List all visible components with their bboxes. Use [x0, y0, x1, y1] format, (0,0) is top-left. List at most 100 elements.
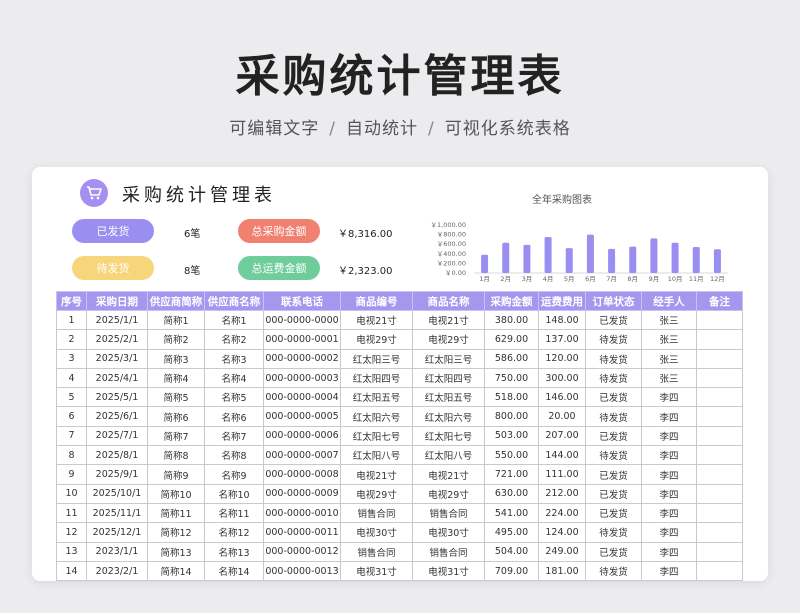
table-cell[interactable]: 已发货 [585, 541, 642, 562]
table-cell[interactable]: 1 [56, 309, 87, 331]
table-cell[interactable]: 300.00 [538, 367, 586, 389]
table-cell[interactable]: 简称5 [147, 387, 205, 408]
table-cell[interactable]: 000-0000-0000 [263, 309, 341, 331]
table-cell[interactable]: 名称5 [204, 387, 264, 408]
table-cell[interactable]: 红太阳三号 [340, 348, 413, 369]
table-cell[interactable] [696, 367, 743, 389]
table-cell[interactable]: 800.00 [484, 406, 539, 427]
table-cell[interactable]: 李四 [641, 387, 697, 408]
table-cell[interactable]: 586.00 [484, 348, 539, 369]
table-cell[interactable]: 李四 [641, 445, 697, 466]
table-cell[interactable]: 212.00 [538, 483, 586, 504]
table-cell[interactable]: 红太阳五号 [412, 387, 485, 408]
table-cell[interactable]: 000-0000-0010 [263, 502, 341, 524]
table-cell[interactable] [696, 502, 743, 524]
table-cell[interactable]: 简称14 [147, 560, 205, 581]
table-cell[interactable]: 张三 [641, 309, 697, 331]
table-cell[interactable]: 2025/11/1 [86, 502, 148, 524]
table-cell[interactable]: 2025/12/1 [86, 522, 148, 543]
table-cell[interactable]: 待发货 [585, 367, 642, 389]
table-cell[interactable]: 名称9 [204, 464, 264, 485]
table-cell[interactable]: 名称8 [204, 445, 264, 466]
table-cell[interactable]: 简称8 [147, 445, 205, 466]
table-cell[interactable]: 146.00 [538, 387, 586, 408]
table-cell[interactable]: 红太阳六号 [412, 406, 485, 427]
table-cell[interactable]: 11 [56, 502, 87, 524]
table-cell[interactable]: 504.00 [484, 541, 539, 562]
table-cell[interactable]: 7 [56, 425, 87, 447]
table-cell[interactable]: 4 [56, 367, 87, 389]
table-cell[interactable]: 待发货 [585, 406, 642, 427]
table-cell[interactable]: 12 [56, 522, 87, 543]
table-cell[interactable]: 张三 [641, 329, 697, 350]
table-cell[interactable]: 148.00 [538, 309, 586, 331]
table-cell[interactable]: 20.00 [538, 406, 586, 427]
table-cell[interactable]: 已发货 [585, 387, 642, 408]
table-cell[interactable]: 000-0000-0002 [263, 348, 341, 369]
table-cell[interactable]: 550.00 [484, 445, 539, 466]
table-cell[interactable]: 000-0000-0006 [263, 425, 341, 447]
table-cell[interactable]: 000-0000-0012 [263, 541, 341, 562]
table-cell[interactable]: 李四 [641, 522, 697, 543]
table-cell[interactable]: 名称7 [204, 425, 264, 447]
table-cell[interactable]: 名称11 [204, 502, 264, 524]
table-cell[interactable]: 待发货 [585, 329, 642, 350]
table-cell[interactable]: 张三 [641, 367, 697, 389]
table-cell[interactable]: 红太阳五号 [340, 387, 413, 408]
table-cell[interactable] [696, 425, 743, 447]
table-cell[interactable]: 简称2 [147, 329, 205, 350]
table-cell[interactable]: 000-0000-0011 [263, 522, 341, 543]
table-cell[interactable]: 简称3 [147, 348, 205, 369]
table-cell[interactable]: 13 [56, 541, 87, 562]
table-cell[interactable]: 张三 [641, 348, 697, 369]
table-cell[interactable]: 红太阳八号 [412, 445, 485, 466]
table-cell[interactable]: 简称1 [147, 309, 205, 331]
table-cell[interactable]: 李四 [641, 425, 697, 447]
table-cell[interactable] [696, 348, 743, 369]
table-cell[interactable]: 518.00 [484, 387, 539, 408]
table-cell[interactable]: 5 [56, 387, 87, 408]
table-cell[interactable]: 629.00 [484, 329, 539, 350]
table-cell[interactable] [696, 560, 743, 581]
table-cell[interactable]: 2025/4/1 [86, 367, 148, 389]
table-cell[interactable]: 2025/7/1 [86, 425, 148, 447]
table-cell[interactable]: 224.00 [538, 502, 586, 524]
table-cell[interactable]: 电视21寸 [340, 309, 413, 331]
table-cell[interactable]: 销售合同 [412, 502, 485, 524]
table-cell[interactable]: 简称10 [147, 483, 205, 504]
table-cell[interactable]: 已发货 [585, 483, 642, 504]
table-cell[interactable]: 红太阳八号 [340, 445, 413, 466]
table-cell[interactable] [696, 522, 743, 543]
table-cell[interactable]: 红太阳七号 [340, 425, 413, 447]
table-cell[interactable]: 简称6 [147, 406, 205, 427]
table-cell[interactable]: 简称13 [147, 541, 205, 562]
table-cell[interactable]: 名称4 [204, 367, 264, 389]
table-cell[interactable]: 红太阳四号 [412, 367, 485, 389]
table-cell[interactable]: 14 [56, 560, 87, 581]
table-cell[interactable]: 181.00 [538, 560, 586, 581]
table-cell[interactable]: 750.00 [484, 367, 539, 389]
table-cell[interactable]: 495.00 [484, 522, 539, 543]
table-cell[interactable]: 709.00 [484, 560, 539, 581]
table-cell[interactable]: 2025/8/1 [86, 445, 148, 466]
table-cell[interactable]: 144.00 [538, 445, 586, 466]
table-cell[interactable]: 2 [56, 329, 87, 350]
table-cell[interactable]: 李四 [641, 560, 697, 581]
table-cell[interactable]: 2023/2/1 [86, 560, 148, 581]
table-cell[interactable]: 电视30寸 [340, 522, 413, 543]
table-cell[interactable] [696, 445, 743, 466]
table-cell[interactable]: 电视29寸 [340, 329, 413, 350]
table-cell[interactable]: 9 [56, 464, 87, 485]
table-cell[interactable]: 红太阳四号 [340, 367, 413, 389]
table-cell[interactable]: 李四 [641, 406, 697, 427]
table-cell[interactable]: 2025/6/1 [86, 406, 148, 427]
table-cell[interactable]: 124.00 [538, 522, 586, 543]
table-cell[interactable]: 000-0000-0005 [263, 406, 341, 427]
table-cell[interactable]: 000-0000-0008 [263, 464, 341, 485]
table-cell[interactable]: 李四 [641, 502, 697, 524]
table-cell[interactable]: 2023/1/1 [86, 541, 148, 562]
table-cell[interactable]: 111.00 [538, 464, 586, 485]
table-cell[interactable]: 10 [56, 483, 87, 504]
table-cell[interactable]: 207.00 [538, 425, 586, 447]
table-cell[interactable]: 2025/3/1 [86, 348, 148, 369]
